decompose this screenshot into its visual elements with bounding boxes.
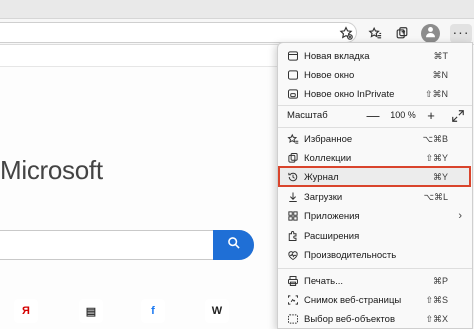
chevron-right-icon: › [458, 210, 462, 222]
menu-divider [278, 268, 472, 269]
menu-item-label: Печать... [304, 275, 344, 287]
menu-item-downloads[interactable]: Загрузки ⌥⌘L [278, 187, 472, 207]
news-tile[interactable]: ▤ [79, 299, 103, 323]
menu-item-history[interactable]: Журнал ⌘Y [278, 167, 472, 187]
menu-item-web-capture[interactable]: Снимок веб-страницы ⇧⌘S [278, 290, 472, 310]
yandex-tile[interactable]: Я [14, 299, 38, 323]
zoom-value: 100 % [390, 110, 416, 120]
news-icon: ▤ [85, 305, 97, 318]
menu-item-shortcut: ⇧⌘S [425, 294, 448, 305]
menu-item-shortcut: ⇧⌘X [425, 313, 448, 324]
history-icon [286, 171, 299, 184]
menu-item-shortcut: ⌥⌘B [422, 133, 448, 144]
menu-item-label: Загрузки [304, 191, 343, 203]
menu-item-label: Избранное [304, 133, 353, 145]
add-favorite-icon[interactable] [337, 24, 355, 42]
menu-item-new-tab[interactable]: Новая вкладка ⌘T [278, 46, 472, 66]
collections-icon [286, 152, 299, 165]
menu-item-apps[interactable]: Приложения › [278, 206, 472, 226]
menu-item-label: Расширения [304, 230, 360, 242]
inprivate-icon [286, 88, 299, 101]
settings-menu: Новая вкладка ⌘T Новое окно ⌘N Новое окн… [277, 42, 473, 329]
screenshot-icon [286, 294, 299, 307]
performance-icon [286, 249, 299, 262]
search-icon [227, 236, 241, 255]
brand-logo-text: Microsoft [0, 155, 103, 185]
menu-item-label: Выбор веб-объектов [304, 313, 396, 325]
menu-item-label: Новое окно [304, 69, 355, 81]
fullscreen-icon[interactable] [451, 109, 465, 123]
zoom-in-button[interactable]: + [423, 108, 439, 124]
menu-item-label: Новое окно InPrivate [304, 88, 395, 100]
menu-item-shortcut: ⇧⌘N [424, 88, 448, 99]
menu-item-print[interactable]: Печать... ⌘P [278, 271, 472, 291]
extensions-icon [286, 230, 299, 243]
address-bar[interactable] [0, 22, 357, 43]
yandex-icon: Я [22, 305, 30, 317]
menu-item-shortcut: ⌘T [433, 50, 449, 61]
facebook-tile[interactable]: f [141, 299, 165, 323]
new-tab-icon [286, 50, 299, 63]
menu-item-performance[interactable]: Производительность [278, 245, 472, 265]
menu-item-new-inprivate[interactable]: Новое окно InPrivate ⇧⌘N [278, 84, 472, 104]
wikipedia-tile[interactable]: W [205, 299, 229, 323]
wikipedia-icon: W [211, 305, 223, 317]
new-window-icon [286, 69, 299, 82]
collections-icon[interactable] [393, 24, 411, 42]
web-select-icon [286, 313, 299, 326]
tab-strip [0, 0, 474, 19]
settings-more-button[interactable]: ··· [450, 24, 472, 43]
favorites-bar-icon[interactable] [366, 24, 384, 42]
menu-item-label: Новая вкладка [304, 50, 370, 62]
menu-item-collections[interactable]: Коллекции ⇧⌘Y [278, 148, 472, 168]
favorites-icon [286, 133, 299, 146]
print-icon [286, 275, 299, 288]
zoom-row: Масштаб — 100 % + [278, 106, 472, 126]
menu-item-shortcut: ⌥⌘L [423, 191, 448, 202]
menu-item-extensions[interactable]: Расширения [278, 226, 472, 246]
menu-divider [278, 127, 472, 128]
zoom-label: Масштаб [287, 110, 328, 121]
menu-item-label: Снимок веб-страницы [304, 294, 402, 306]
menu-item-label: Производительность [304, 249, 397, 261]
menu-item-shortcut: ⌘N [432, 69, 449, 80]
search-button[interactable] [213, 230, 254, 260]
menu-item-label: Коллекции [304, 152, 352, 164]
menu-item-web-select[interactable]: Выбор веб-объектов ⇧⌘X [278, 309, 472, 328]
menu-item-shortcut: ⌘P [432, 275, 448, 286]
facebook-icon: f [151, 305, 155, 317]
menu-item-label: Журнал [304, 171, 339, 183]
person-icon [424, 25, 437, 43]
menu-item-shortcut: ⇧⌘Y [425, 152, 448, 163]
menu-item-shortcut: ⌘Y [432, 171, 448, 182]
downloads-icon [286, 191, 299, 204]
menu-item-favorites[interactable]: Избранное ⌥⌘B [278, 129, 472, 149]
zoom-out-button[interactable]: — [365, 108, 381, 124]
profile-avatar[interactable] [421, 24, 440, 43]
menu-item-label: Приложения [304, 210, 360, 222]
menu-item-new-window[interactable]: Новое окно ⌘N [278, 65, 472, 85]
new-tab-background [0, 66, 281, 329]
apps-icon [286, 210, 299, 223]
